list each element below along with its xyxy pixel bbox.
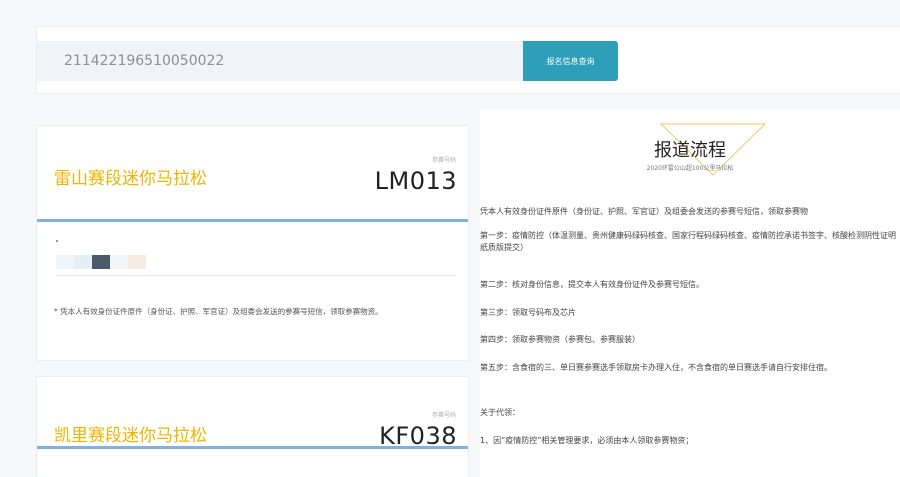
proxy-title: 关于代领： bbox=[480, 408, 520, 417]
race-card-leishan: 雷山赛段迷你马拉松 参赛号码 LM013 * 凭本人有效身份证件原件（身份证、护… bbox=[36, 125, 469, 361]
pickup-note: * 凭本人有效身份证件原件（身份证、护照、军官证）及组委会发送的参赛号短信，领取… bbox=[54, 307, 383, 316]
bib-label: 参赛号码 bbox=[431, 157, 456, 164]
race-name: 雷山赛段迷你马拉松 bbox=[54, 169, 207, 189]
bullet-dot bbox=[56, 240, 58, 242]
race-name: 凯里赛段迷你马拉松 bbox=[54, 426, 207, 446]
race-card-body: * 凭本人有效身份证件原件（身份证、护照、军官证）及组委会发送的参赛号短信，领取… bbox=[37, 225, 468, 360]
flow-step-1: 第一步：疫情防控（体温测量、贵州健康码绿码核查、国家行程码绿码核查、疫情防控承诺… bbox=[480, 231, 896, 252]
bib-label: 参赛号码 bbox=[431, 412, 456, 419]
search-panel: 报名信息查询 bbox=[36, 26, 900, 94]
divider bbox=[56, 275, 456, 276]
image-swatch bbox=[128, 255, 146, 269]
flow-step-3: 第三步：领取号码布及芯片 bbox=[480, 308, 576, 317]
registration-query-button[interactable]: 报名信息查询 bbox=[523, 41, 618, 81]
flow-step-5: 第五步：含食宿的三、单日赛参赛选手领取房卡办理入住，不含食宿的单日赛选手请自行安… bbox=[480, 363, 832, 372]
id-number-input[interactable] bbox=[37, 41, 523, 81]
race-card-kaili: 凯里赛段迷你马拉松 参赛号码 KF038 bbox=[36, 376, 469, 477]
race-card-header: 凯里赛段迷你马拉松 参赛号码 KF038 bbox=[37, 377, 468, 450]
race-card-header: 雷山赛段迷你马拉松 参赛号码 LM013 bbox=[37, 126, 468, 222]
image-swatch bbox=[56, 255, 74, 269]
image-swatch bbox=[92, 255, 110, 269]
image-swatch bbox=[110, 255, 128, 269]
flow-title: 报道流程 bbox=[654, 140, 726, 161]
registration-flow-panel: 报道流程 2020环雷公山超100公里马拉松 凭本人有效身份证件原件（身份证、护… bbox=[480, 110, 900, 477]
proxy-rule-1: 1、因“疫情防控”相关管理要求，必须由本人领取参赛物资； bbox=[480, 436, 694, 445]
bib-number: KF038 bbox=[379, 422, 457, 450]
flow-subtitle: 2020环雷公山超100公里马拉松 bbox=[646, 165, 734, 172]
blurred-image bbox=[56, 255, 146, 269]
flow-step-2: 第二步：核对身份信息，提交本人有效身份证件及参赛号短信。 bbox=[480, 280, 704, 289]
flow-step-4: 第四步：领取参赛物资（参赛包、参赛服装） bbox=[480, 335, 640, 344]
image-swatch bbox=[74, 255, 92, 269]
bib-number: LM013 bbox=[374, 167, 457, 195]
flow-intro: 凭本人有效身份证件原件（身份证、护照、军官证）及组委会发送的参赛号短信，领取参赛… bbox=[480, 207, 808, 216]
